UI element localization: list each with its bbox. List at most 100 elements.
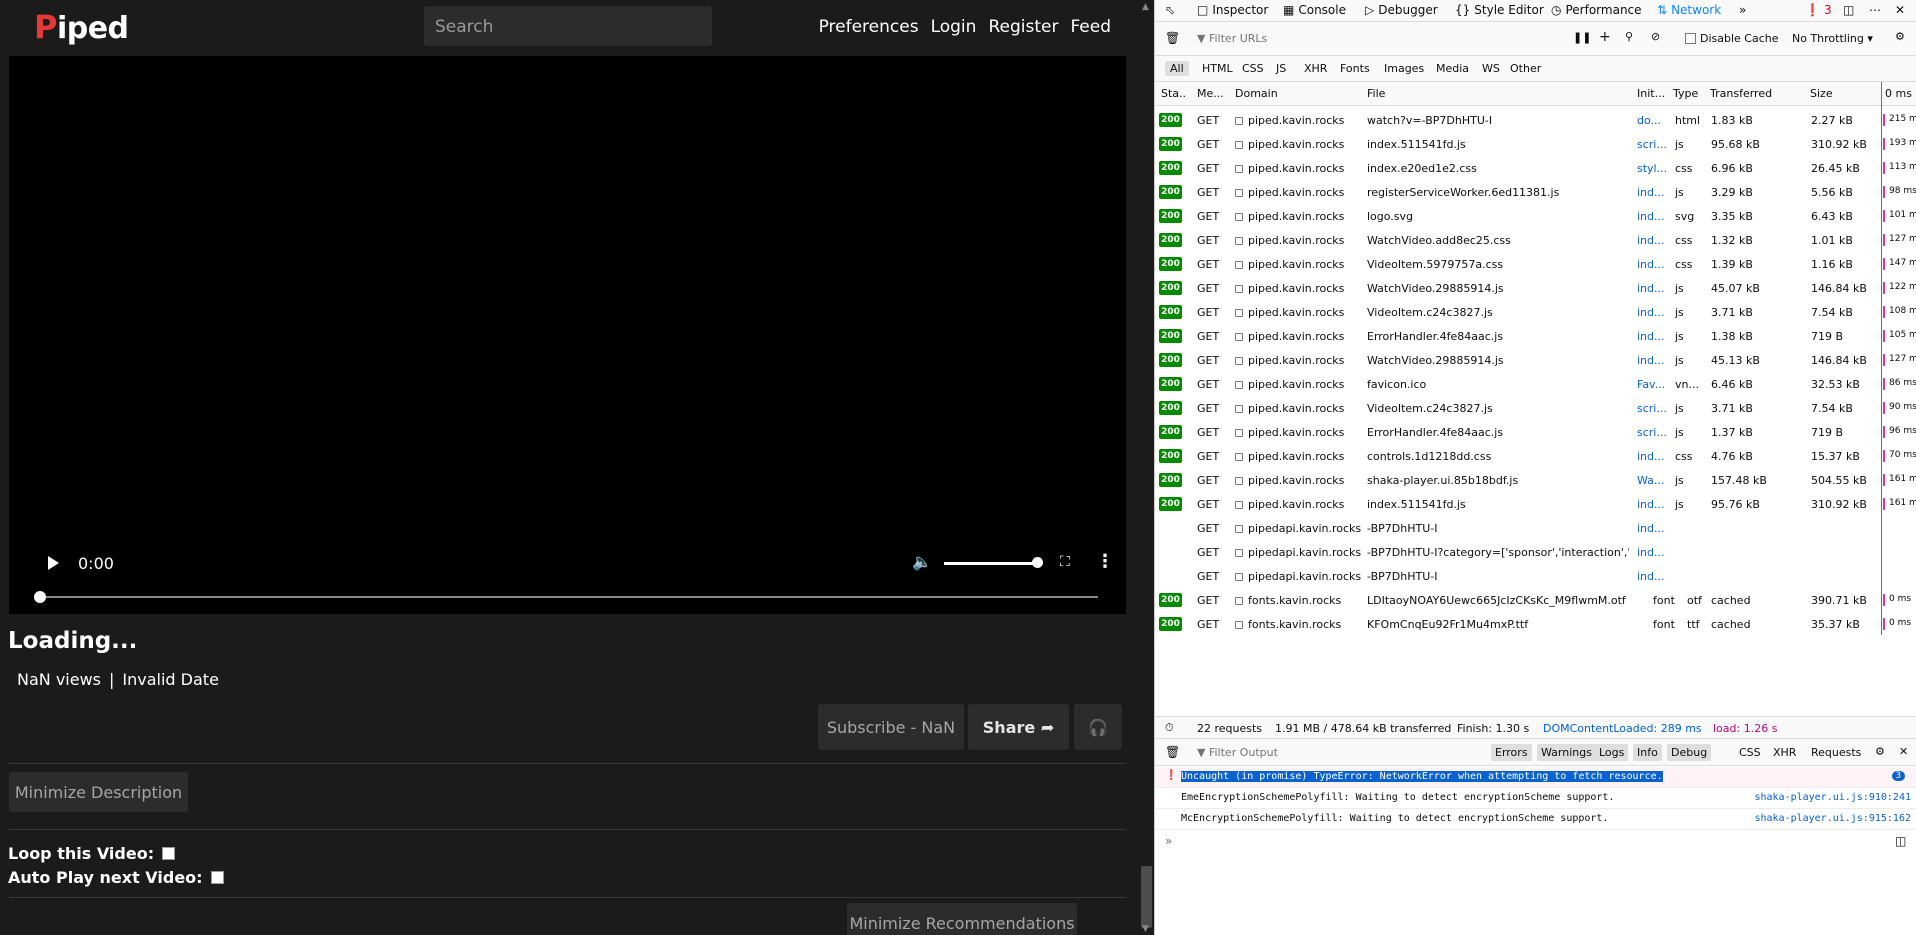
filter-xhr[interactable]: XHR — [1299, 61, 1332, 76]
volume-icon[interactable]: 🔈 — [912, 552, 932, 571]
request-row[interactable]: 200 GET piped.kavin.rocks WatchVideo.298859… — [1155, 348, 1916, 372]
request-row[interactable]: GET pipedapi.kavin.rocks -BP7DhHTU-I?categ… — [1155, 540, 1916, 564]
more-options-icon[interactable]: ⋮ — [1096, 551, 1114, 572]
request-row[interactable]: 200 GET piped.kavin.rocks ErrorHandler.4fe8… — [1155, 324, 1916, 348]
clear-console-icon[interactable]: 🗑 — [1165, 745, 1180, 759]
level-debug[interactable]: Debug — [1667, 744, 1712, 761]
volume-slider-knob[interactable] — [1032, 557, 1043, 568]
search-icon[interactable]: ⚲ — [1625, 30, 1633, 43]
request-row[interactable]: 200 GET piped.kavin.rocks VideoItem.c24c382… — [1155, 396, 1916, 420]
minimize-description-button[interactable]: Minimize Description — [9, 772, 188, 812]
block-icon[interactable]: ⊘ — [1651, 30, 1660, 43]
type-css[interactable]: CSS — [1735, 744, 1765, 761]
volume-slider[interactable] — [944, 562, 1036, 565]
dock-icon[interactable]: ◫ — [1843, 3, 1854, 17]
col-status[interactable]: Sta... — [1161, 87, 1185, 100]
level-errors[interactable]: Errors — [1491, 744, 1532, 761]
nav-feed[interactable]: Feed — [1070, 17, 1111, 37]
tab-performance[interactable]: ◷ Performance — [1551, 3, 1642, 17]
filter-media[interactable]: Media — [1431, 61, 1474, 76]
subscribe-button[interactable]: Subscribe - NaN — [818, 704, 964, 750]
request-row[interactable]: 200 GET piped.kavin.rocks index.511541fd.js… — [1155, 492, 1916, 516]
console-error-message[interactable]: ❗ Uncaught (in promise) TypeError: Netwo… — [1155, 767, 1916, 788]
console-settings-icon[interactable]: ⚙ — [1875, 745, 1885, 758]
search-input[interactable]: Search — [424, 6, 712, 46]
log-location[interactable]: shaka-player.ui.js:910:241 — [1754, 792, 1911, 803]
add-icon[interactable]: + — [1599, 29, 1611, 45]
fullscreen-icon[interactable]: ⛶ — [1060, 554, 1070, 570]
request-row[interactable]: 200 GET piped.kavin.rocks shaka-player.ui.8… — [1155, 468, 1916, 492]
pause-icon[interactable]: ❚❚ — [1573, 31, 1591, 44]
filter-js[interactable]: JS — [1271, 61, 1291, 76]
more-tools-icon[interactable]: » — [1739, 3, 1746, 17]
throttling-select[interactable]: No Throttling ▾ — [1792, 32, 1873, 45]
col-initiator[interactable]: Init... — [1637, 87, 1667, 100]
log-location[interactable]: shaka-player.ui.js:915:162 — [1754, 813, 1911, 824]
filter-css[interactable]: CSS — [1237, 61, 1269, 76]
scroll-up-icon[interactable]: ▲ — [1142, 2, 1149, 12]
col-type[interactable]: Type — [1673, 87, 1698, 100]
trash-icon[interactable]: 🗑 — [1165, 31, 1180, 45]
console-input[interactable]: » ◫ — [1155, 831, 1916, 855]
filter-html[interactable]: HTML — [1197, 61, 1238, 76]
col-file[interactable]: File — [1367, 87, 1385, 100]
minimize-recommendations-button[interactable]: Minimize Recommendations — [847, 903, 1077, 935]
tab-style-editor[interactable]: {} Style Editor — [1455, 3, 1544, 17]
request-row[interactable]: 200 GET piped.kavin.rocks VideoItem.c24c382… — [1155, 300, 1916, 324]
level-logs[interactable]: Logs — [1595, 744, 1629, 761]
request-row[interactable]: 200 GET piped.kavin.rocks ErrorHandler.4fe8… — [1155, 420, 1916, 444]
scroll-down-icon[interactable]: ▼ — [1142, 924, 1149, 934]
tab-inspector[interactable]: □ Inspector — [1197, 3, 1268, 17]
tab-network[interactable]: ⇅ Network — [1657, 3, 1721, 17]
seek-bar[interactable] — [38, 596, 1098, 598]
console-log-message[interactable]: McEncryptionSchemePolyfill: Waiting to d… — [1155, 809, 1916, 830]
col-domain[interactable]: Domain — [1235, 87, 1278, 100]
request-row[interactable]: 200 GET piped.kavin.rocks favicon.ico Fav...… — [1155, 372, 1916, 396]
filter-ws[interactable]: WS — [1477, 61, 1505, 76]
request-row[interactable]: 200 GET piped.kavin.rocks WatchVideo.298859… — [1155, 276, 1916, 300]
request-row[interactable]: 200 GET fonts.kavin.rocks KFOmCnqEu92Fr1Mu4… — [1155, 612, 1916, 636]
error-count-badge[interactable]: ❗ 3 — [1805, 3, 1832, 17]
filter-images[interactable]: Images — [1379, 61, 1429, 76]
devtools-menu-icon[interactable]: ⋯ — [1869, 3, 1881, 17]
request-row[interactable]: 200 GET piped.kavin.rocks logo.svg ind... svg… — [1155, 204, 1916, 228]
filter-fonts[interactable]: Fonts — [1335, 61, 1375, 76]
page-scrollbar[interactable] — [1139, 0, 1154, 935]
share-button[interactable]: Share ➦ — [968, 704, 1069, 750]
request-row[interactable]: 200 GET piped.kavin.rocks index.511541fd.js… — [1155, 132, 1916, 156]
video-player[interactable]: 0:00 🔈 ⛶ ⋮ — [9, 56, 1126, 614]
pick-element-icon[interactable]: ⬁ — [1165, 3, 1175, 17]
type-xhr[interactable]: XHR — [1769, 744, 1800, 761]
request-row[interactable]: 200 GET piped.kavin.rocks controls.1d1218dd… — [1155, 444, 1916, 468]
col-waterfall[interactable]: 0 ms — [1885, 87, 1912, 100]
seek-bar-knob[interactable] — [34, 591, 46, 603]
request-row[interactable]: 200 GET piped.kavin.rocks registerServiceWo… — [1155, 180, 1916, 204]
request-row[interactable]: GET pipedapi.kavin.rocks -BP7DhHTU-I ind... — [1155, 564, 1916, 588]
level-warnings[interactable]: Warnings — [1537, 744, 1596, 761]
nav-register[interactable]: Register — [988, 17, 1058, 37]
listen-button[interactable]: 🎧 — [1074, 704, 1122, 750]
type-requests[interactable]: Requests — [1807, 744, 1865, 761]
filter-urls-input[interactable]: ▼ Filter URLs — [1197, 32, 1267, 45]
request-row[interactable]: 200 GET piped.kavin.rocks watch?v=-BP7DhHTU… — [1155, 108, 1916, 132]
autoplay-checkbox[interactable] — [210, 871, 224, 884]
nav-preferences[interactable]: Preferences — [819, 17, 919, 37]
split-console-icon[interactable]: ◫ — [1895, 834, 1906, 848]
network-settings-icon[interactable]: ⚙ — [1895, 30, 1905, 43]
filter-other[interactable]: Other — [1505, 61, 1546, 76]
request-row[interactable]: 200 GET piped.kavin.rocks WatchVideo.add8ec… — [1155, 228, 1916, 252]
console-log-message[interactable]: EmeEncryptionSchemePolyfill: Waiting to … — [1155, 788, 1916, 809]
disable-cache-toggle[interactable]: Disable Cache — [1685, 32, 1779, 45]
request-row[interactable]: 200 GET fonts.kavin.rocks LDItaoyNOAY6Uewc6… — [1155, 588, 1916, 612]
piped-logo[interactable]: Piped — [34, 8, 129, 46]
loop-checkbox[interactable] — [162, 847, 176, 860]
close-devtools-icon[interactable]: ✕ — [1895, 3, 1905, 17]
disable-cache-checkbox[interactable] — [1685, 33, 1696, 44]
request-row[interactable]: 200 GET piped.kavin.rocks index.e20ed1e2.cs… — [1155, 156, 1916, 180]
request-row[interactable]: GET pipedapi.kavin.rocks -BP7DhHTU-I ind... — [1155, 516, 1916, 540]
play-icon[interactable] — [48, 556, 59, 570]
col-method[interactable]: Me... — [1197, 87, 1223, 100]
col-transferred[interactable]: Transferred — [1710, 87, 1772, 100]
filter-all[interactable]: All — [1165, 61, 1189, 76]
col-size[interactable]: Size — [1810, 87, 1833, 100]
